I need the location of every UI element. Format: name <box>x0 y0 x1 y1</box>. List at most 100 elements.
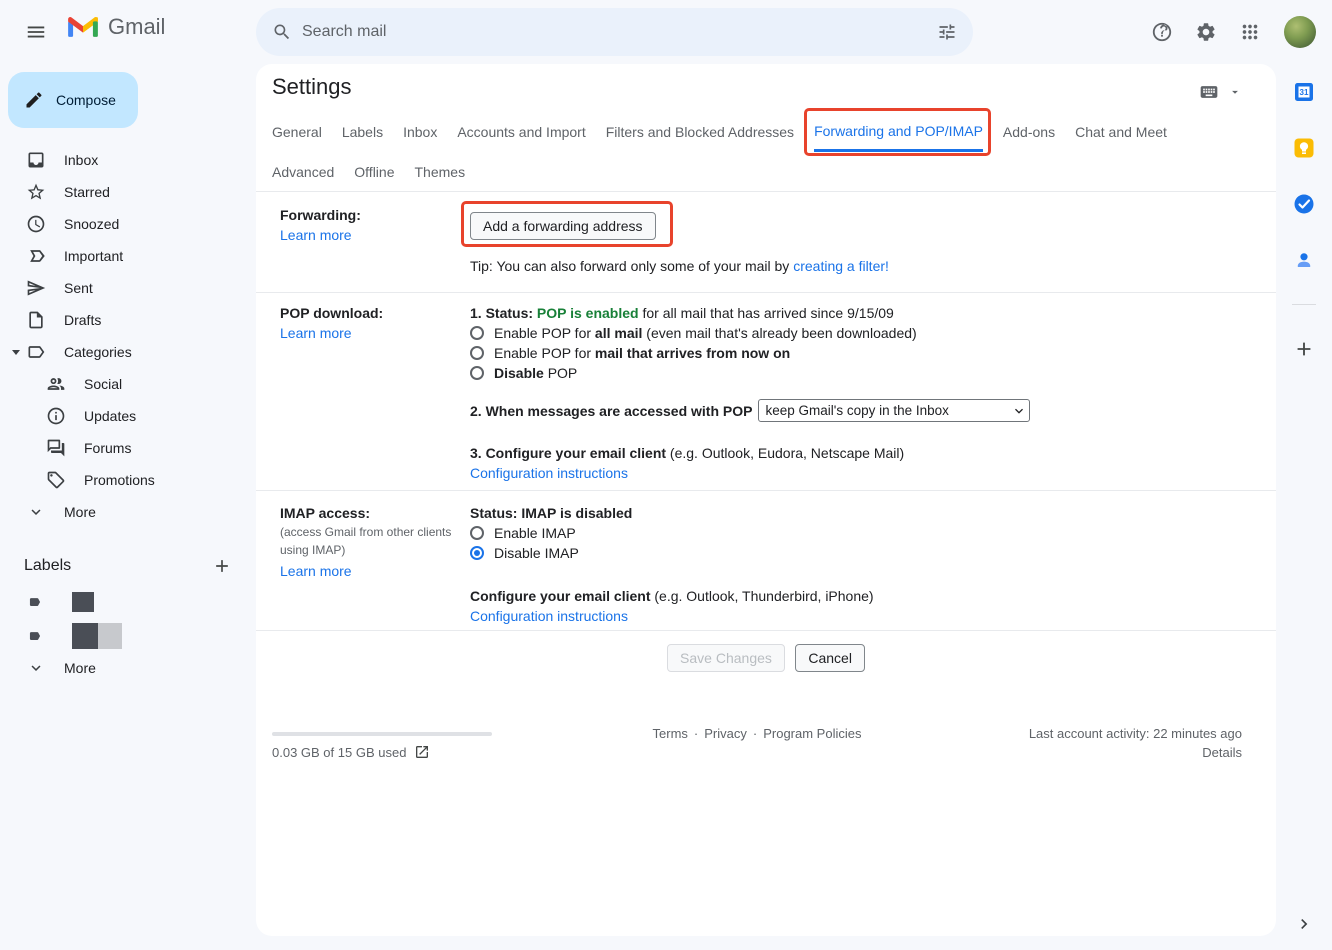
hide-side-panel-button[interactable] <box>1292 912 1316 936</box>
sidebar-item-important[interactable]: Important <box>0 240 256 272</box>
forwarding-learn-more-link[interactable]: Learn more <box>280 227 352 243</box>
sidebar-item-drafts[interactable]: Drafts <box>0 304 256 336</box>
sidebar-item-starred[interactable]: Starred <box>0 176 256 208</box>
tab-advanced[interactable]: Advanced <box>272 152 334 192</box>
sidebar-item-forums[interactable]: Forums <box>0 432 256 464</box>
privacy-link[interactable]: Privacy <box>704 726 747 741</box>
sidebar-item-label: Categories <box>64 344 132 360</box>
sidebar-item-categories[interactable]: Categories <box>0 336 256 368</box>
pop-download-section: POP download: Learn more 1. Status: POP … <box>256 293 1276 491</box>
draft-icon <box>26 310 46 330</box>
sidebar-item-label: Promotions <box>84 472 155 488</box>
imap-section-label: IMAP access: (access Gmail from other cl… <box>280 503 470 626</box>
imap-learn-more-link[interactable]: Learn more <box>280 563 352 579</box>
gmail-brand[interactable]: Gmail <box>66 14 165 40</box>
keep-app-button[interactable] <box>1292 136 1316 160</box>
imap-radio-enable[interactable]: Enable IMAP <box>470 523 1236 543</box>
input-method-selector[interactable] <box>1196 82 1242 102</box>
chevron-right-icon <box>1294 914 1314 934</box>
sidebar-item-label: More <box>64 504 96 520</box>
tab-chat-and-meet[interactable]: Chat and Meet <box>1075 112 1167 152</box>
activity-details-link[interactable]: Details <box>1202 745 1242 760</box>
forwarding-tip-text: Tip: You can also forward only some of y… <box>470 258 793 274</box>
radio-label: Enable POP for all mail (even mail that'… <box>494 323 917 343</box>
hamburger-menu-icon <box>25 21 47 43</box>
labels-more-toggle[interactable]: More <box>0 652 256 684</box>
select-chevron-icon <box>1011 403 1027 419</box>
plus-icon <box>212 556 232 576</box>
labels-header: Labels <box>0 550 256 582</box>
tab-offline[interactable]: Offline <box>354 152 394 192</box>
tab-labels[interactable]: Labels <box>342 112 383 152</box>
search-input[interactable] <box>302 23 927 41</box>
calendar-app-button[interactable]: 31 <box>1292 80 1316 104</box>
main-menu-button[interactable] <box>16 12 56 52</box>
pop-learn-more-link[interactable]: Learn more <box>280 325 352 341</box>
tab-filters-and-blocked-addresses[interactable]: Filters and Blocked Addresses <box>606 112 794 152</box>
sidebar-item-label: Important <box>64 248 123 264</box>
pop-configuration-instructions-link[interactable]: Configuration instructions <box>470 465 628 481</box>
google-apps-button[interactable] <box>1230 12 1270 52</box>
sidebar-item-promotions[interactable]: Promotions <box>0 464 256 496</box>
add-forwarding-address-button[interactable]: Add a forwarding address <box>470 212 656 240</box>
pop-radio-disable[interactable]: Disable POP <box>470 363 1236 383</box>
imap-configuration-instructions-link[interactable]: Configuration instructions <box>470 608 628 624</box>
tasks-icon <box>1292 192 1316 216</box>
clock-icon <box>26 214 46 234</box>
redacted-label-block <box>98 623 122 649</box>
important-icon <box>26 246 46 266</box>
sidebar-item-updates[interactable]: Updates <box>0 400 256 432</box>
plus-icon <box>1293 338 1315 360</box>
terms-link[interactable]: Terms <box>653 726 688 741</box>
sidebar-item-label: Inbox <box>64 152 98 168</box>
tab-accounts-and-import[interactable]: Accounts and Import <box>457 112 585 152</box>
imap-radio-disable[interactable]: Disable IMAP <box>470 543 1236 563</box>
top-bar-actions <box>1142 12 1324 52</box>
settings-sections: Forwarding: Learn more Add a forwarding … <box>256 192 1276 685</box>
cancel-button[interactable]: Cancel <box>795 644 865 672</box>
radio-icon <box>470 346 484 360</box>
tab-forwarding-and-pop-imap[interactable]: Forwarding and POP/IMAP <box>814 112 983 152</box>
account-avatar[interactable] <box>1284 16 1316 48</box>
imap-section-content: Status: IMAP is disabled Enable IMAP Dis… <box>470 503 1236 626</box>
tab-themes[interactable]: Themes <box>415 152 466 192</box>
separator: · <box>753 726 757 741</box>
tasks-app-button[interactable] <box>1292 192 1316 216</box>
label-row-redacted-1[interactable] <box>0 586 256 618</box>
create-label-button[interactable] <box>206 550 238 582</box>
compose-label: Compose <box>56 92 116 108</box>
search-bar[interactable] <box>256 8 973 56</box>
tab-general[interactable]: General <box>272 112 322 152</box>
program-policies-link[interactable]: Program Policies <box>763 726 861 741</box>
pop-action-select[interactable]: keep Gmail's copy in the Inbox <box>758 399 1030 422</box>
get-addons-button[interactable] <box>1292 337 1316 361</box>
pop-action-selected-value: keep Gmail's copy in the Inbox <box>765 401 948 421</box>
settings-button[interactable] <box>1186 12 1226 52</box>
sidebar-item-social[interactable]: Social <box>0 368 256 400</box>
side-panel-rail: 31 <box>1276 64 1332 950</box>
imap-access-section: IMAP access: (access Gmail from other cl… <box>256 491 1276 631</box>
search-options-button[interactable] <box>927 12 967 52</box>
creating-a-filter-link[interactable]: creating a filter! <box>793 258 889 274</box>
sidebar-item-sent[interactable]: Sent <box>0 272 256 304</box>
sidebar-item-label: Sent <box>64 280 93 296</box>
keyboard-icon <box>1196 82 1222 102</box>
external-link-icon[interactable] <box>414 744 430 760</box>
sidebar-item-more[interactable]: More <box>0 496 256 528</box>
help-button[interactable] <box>1142 12 1182 52</box>
label-row-redacted-2[interactable] <box>0 620 256 652</box>
actions-row: Save Changes Cancel <box>256 631 1276 685</box>
sidebar-item-inbox[interactable]: Inbox <box>0 144 256 176</box>
pop-radio-from-now-on[interactable]: Enable POP for mail that arrives from no… <box>470 343 1236 363</box>
pop-radio-all-mail[interactable]: Enable POP for all mail (even mail that'… <box>470 323 1236 343</box>
compose-button[interactable]: Compose <box>8 72 138 128</box>
tab-inbox[interactable]: Inbox <box>403 112 437 152</box>
search-button[interactable] <box>262 12 302 52</box>
radio-icon <box>470 326 484 340</box>
save-changes-button[interactable]: Save Changes <box>667 644 785 672</box>
tab-add-ons[interactable]: Add-ons <box>1003 112 1055 152</box>
sidebar-item-snoozed[interactable]: Snoozed <box>0 208 256 240</box>
contacts-app-button[interactable] <box>1292 248 1316 272</box>
forwarding-section-content: Add a forwarding address Tip: You can al… <box>470 205 1236 276</box>
sidebar-item-label: Forums <box>84 440 131 456</box>
